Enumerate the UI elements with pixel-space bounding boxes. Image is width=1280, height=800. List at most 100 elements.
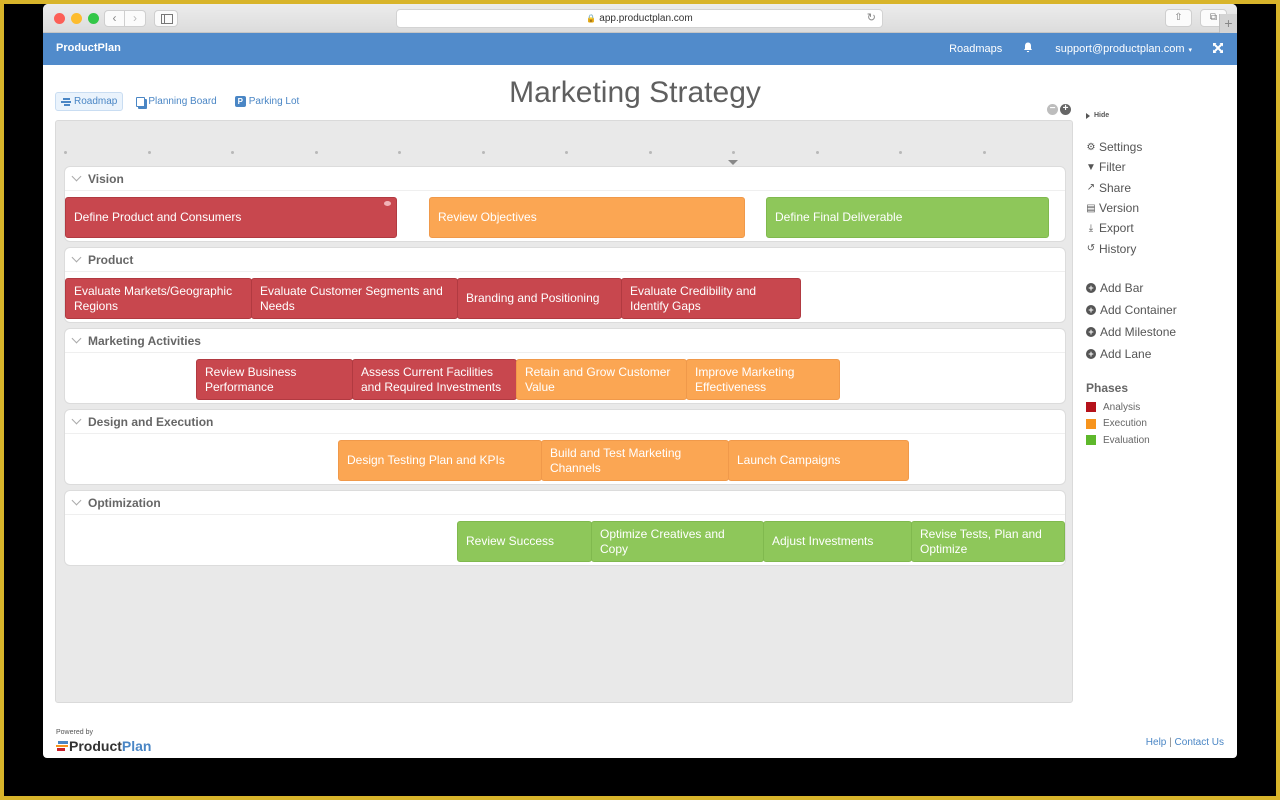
comment-icon[interactable]: [384, 201, 391, 206]
lock-icon: 🔒: [586, 14, 597, 23]
plus-circle-icon: +: [1086, 326, 1096, 337]
main-content: Roadmap Planning Board P Parking Lot Mar…: [43, 65, 1237, 758]
fullscreen-icon[interactable]: [1213, 42, 1223, 56]
back-button[interactable]: ‹: [104, 10, 125, 27]
share-button[interactable]: ⇧: [1165, 9, 1192, 27]
bar-label: Build and Test Marketing Channels: [550, 445, 682, 475]
legend-label: Execution: [1103, 418, 1147, 430]
timeline-tick: [398, 151, 401, 154]
address-bar[interactable]: 🔒 app.productplan.com ↻: [396, 9, 883, 28]
minimize-window-button[interactable]: [71, 13, 82, 24]
bar-label: Adjust Investments: [772, 534, 874, 548]
lane-header[interactable]: Vision: [65, 167, 1065, 191]
bar-label: Optimize Creatives and Copy: [600, 526, 725, 556]
bar-review-objectives[interactable]: Review Objectives: [429, 197, 745, 238]
share-icon: ↗: [1086, 182, 1096, 194]
zoom-out-icon[interactable]: −: [1047, 104, 1058, 115]
menu-export[interactable]: ⤓ Export: [1086, 218, 1177, 238]
footer-links: Help | Contact Us: [1146, 737, 1224, 748]
bar-evaluate-customer-segments[interactable]: Evaluate Customer Segments and Needs: [251, 278, 458, 319]
productplan-logo[interactable]: Product Plan: [56, 738, 151, 754]
caret-right-icon: [1086, 112, 1090, 119]
bar-assess-current-facilities[interactable]: Assess Current Facilities and Required I…: [352, 359, 517, 400]
chevron-down-icon[interactable]: [71, 252, 82, 263]
app-header: ProductPlan Roadmaps support@productplan…: [43, 33, 1237, 65]
swatch-evaluation: [1086, 435, 1096, 446]
lane-header[interactable]: Marketing Activities: [65, 329, 1065, 353]
lane-title: Marketing Activities: [88, 333, 201, 348]
bar-revise-tests[interactable]: Revise Tests, Plan and Optimize: [911, 521, 1065, 562]
bar-evaluate-markets[interactable]: Evaluate Markets/Geographic Regions: [65, 278, 252, 319]
add-actions: + Add Bar + Add Container + Add Milestone +…: [1086, 277, 1177, 365]
add-label: Add Milestone: [1100, 324, 1177, 339]
add-milestone-button[interactable]: + Add Milestone: [1086, 321, 1177, 343]
bar-retain-and-grow[interactable]: Retain and Grow Customer Value: [516, 359, 687, 400]
menu-label: Settings: [1099, 140, 1143, 155]
bar-build-and-test-channels[interactable]: Build and Test Marketing Channels: [541, 440, 729, 481]
roadmaps-link[interactable]: Roadmaps: [949, 43, 1002, 55]
add-lane-button[interactable]: + Add Lane: [1086, 343, 1177, 365]
logo-text-plan: Plan: [121, 738, 152, 754]
lane-design-and-execution: Design and Execution Design Testing Plan…: [64, 409, 1066, 485]
user-menu[interactable]: support@productplan.com ▾: [1055, 43, 1192, 55]
lane-header[interactable]: Design and Execution: [65, 410, 1065, 434]
zoom-in-icon[interactable]: +: [1060, 104, 1071, 115]
sidebar-toggle-button[interactable]: [154, 10, 178, 27]
bar-optimize-creatives[interactable]: Optimize Creatives and Copy: [591, 521, 764, 562]
contact-us-link[interactable]: Contact Us: [1175, 737, 1224, 748]
bar-label: Review Business Performance: [205, 364, 297, 394]
hide-sidebar-toggle[interactable]: Hide: [1086, 112, 1177, 119]
add-label: Add Lane: [1100, 346, 1152, 361]
footer-separator: |: [1169, 737, 1172, 748]
timeline-tick: [648, 151, 652, 154]
menu-filter[interactable]: ▼ Filter: [1086, 157, 1177, 177]
forward-button[interactable]: ›: [125, 10, 146, 27]
chevron-down-icon[interactable]: [71, 495, 82, 506]
menu-history[interactable]: ↺ History: [1086, 238, 1177, 258]
lane-title: Design and Execution: [88, 414, 214, 429]
add-bar-button[interactable]: + Add Bar: [1086, 277, 1177, 299]
menu-share[interactable]: ↗ Share: [1086, 178, 1177, 198]
brand-logo[interactable]: ProductPlan: [56, 42, 121, 54]
productplan-logo-icon: [56, 741, 68, 751]
bar-label: Retain and Grow Customer Value: [525, 364, 671, 394]
bar-review-business-performance[interactable]: Review Business Performance: [196, 359, 353, 400]
archive-icon: ▤: [1086, 202, 1096, 214]
chevron-down-icon[interactable]: [71, 333, 82, 344]
bar-label: Launch Campaigns: [737, 453, 841, 467]
lane-product: Product Evaluate Markets/Geographic Regi…: [64, 247, 1066, 323]
menu-settings[interactable]: ⚙ Settings: [1086, 137, 1177, 157]
legend-analysis: Analysis: [1086, 399, 1177, 416]
close-window-button[interactable]: [54, 13, 65, 24]
bar-label: Revise Tests, Plan and Optimize: [920, 526, 1042, 556]
bar-design-testing-plan[interactable]: Design Testing Plan and KPIs: [338, 440, 542, 481]
bar-label: Define Final Deliverable: [775, 210, 903, 224]
bar-review-success[interactable]: Review Success: [457, 521, 592, 562]
add-container-button[interactable]: + Add Container: [1086, 299, 1177, 321]
reload-icon[interactable]: ↻: [867, 10, 876, 27]
legend-label: Analysis: [1103, 401, 1141, 413]
bar-launch-campaigns[interactable]: Launch Campaigns: [728, 440, 909, 481]
zoom-window-button[interactable]: [88, 13, 99, 24]
bar-adjust-investments[interactable]: Adjust Investments: [763, 521, 912, 562]
lane-header[interactable]: Product: [65, 248, 1065, 272]
menu-version[interactable]: ▤ Version: [1086, 198, 1177, 218]
bar-improve-marketing-effectiveness[interactable]: Improve Marketing Effectiveness: [686, 359, 840, 400]
chevron-down-icon[interactable]: [71, 414, 82, 425]
powered-by-label: Powered by: [56, 729, 93, 736]
bar-label: Review Success: [466, 534, 555, 548]
bar-label: Evaluate Markets/Geographic Regions: [74, 283, 233, 313]
bar-define-product-and-consumers[interactable]: Define Product and Consumers: [65, 197, 397, 238]
new-tab-button[interactable]: +: [1219, 14, 1237, 33]
bar-branding-and-positioning[interactable]: Branding and Positioning: [457, 278, 622, 319]
url-text: app.productplan.com: [599, 13, 693, 24]
lane-header[interactable]: Optimization: [65, 491, 1065, 515]
bar-define-final-deliverable[interactable]: Define Final Deliverable: [766, 197, 1049, 238]
chevron-down-icon[interactable]: [71, 171, 82, 182]
timeline-tick: [899, 151, 902, 154]
bell-icon[interactable]: [1023, 42, 1033, 56]
help-link[interactable]: Help: [1146, 737, 1167, 748]
timeline-tick: [732, 151, 735, 154]
bar-evaluate-credibility[interactable]: Evaluate Credibility and Identify Gaps: [621, 278, 801, 319]
plus-circle-icon: +: [1086, 348, 1096, 359]
